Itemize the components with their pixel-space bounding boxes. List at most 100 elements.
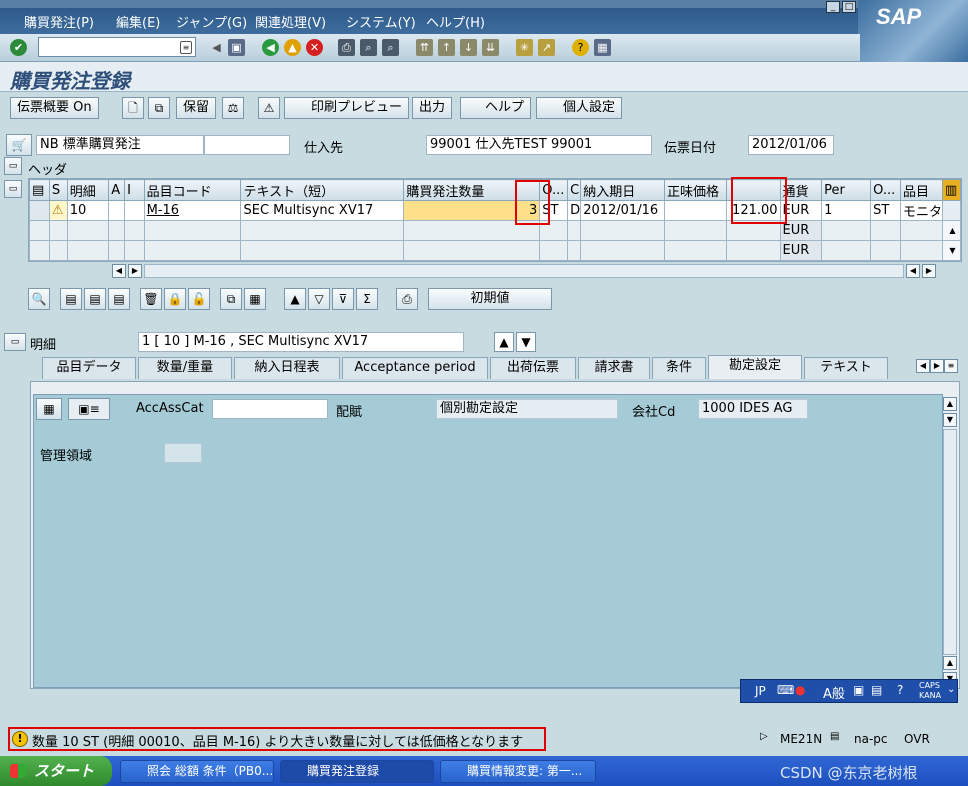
- minimize-button[interactable]: _: [826, 1, 840, 13]
- row-selector[interactable]: [29, 220, 50, 241]
- col-c[interactable]: C: [567, 179, 582, 201]
- scroll-track[interactable]: [941, 200, 961, 221]
- menu-edit[interactable]: 編集(E): [116, 12, 160, 31]
- session-info-icon[interactable]: ▤: [830, 731, 839, 742]
- cell-per[interactable]: [821, 220, 872, 241]
- hscroll-track[interactable]: [144, 264, 904, 278]
- cell-delivery-date[interactable]: [580, 240, 665, 261]
- layout-menu-icon[interactable]: ▦: [594, 39, 611, 56]
- cell-net-price-left[interactable]: [663, 200, 727, 221]
- command-field[interactable]: [38, 37, 196, 57]
- task-condition-inquiry[interactable]: 照会 総額 条件（PB0...: [120, 760, 274, 783]
- col-delivery-date[interactable]: 納入期日: [580, 179, 665, 201]
- tab-invoice[interactable]: 請求書: [578, 357, 650, 379]
- table-config-icon[interactable]: ▥: [941, 179, 961, 201]
- col-order-unit[interactable]: O...: [870, 179, 901, 201]
- shortcut-icon[interactable]: ↗: [538, 39, 555, 56]
- column-settings-icon[interactable]: ▤: [29, 179, 50, 201]
- exit-icon[interactable]: ▲: [284, 39, 301, 56]
- menu-help[interactable]: ヘルプ(H): [426, 12, 485, 31]
- other-document-icon[interactable]: ⧉: [148, 97, 170, 119]
- tab-account-assignment[interactable]: 勘定設定: [708, 355, 802, 379]
- cell-c[interactable]: D: [567, 200, 582, 221]
- tab-conditions[interactable]: 条件: [652, 357, 706, 379]
- menu-system[interactable]: システム(Y): [346, 12, 416, 31]
- hscroll-right-icon[interactable]: ▶: [128, 264, 142, 278]
- cell-net-price[interactable]: [725, 240, 781, 261]
- copy-icon[interactable]: ⧉: [220, 288, 242, 310]
- maximize-button[interactable]: □: [842, 1, 856, 13]
- print-list-icon[interactable]: ⎙: [396, 288, 418, 310]
- header-expand-icon[interactable]: ▭: [4, 157, 22, 175]
- next-page-icon[interactable]: ↓: [460, 39, 477, 56]
- cell-item[interactable]: 10: [66, 200, 110, 221]
- command-dropdown-icon[interactable]: ≡: [180, 41, 192, 54]
- filter-icon[interactable]: ▽: [308, 288, 330, 310]
- cell-po-qty[interactable]: [403, 240, 541, 261]
- unlock-icon[interactable]: 🔓: [188, 288, 210, 310]
- status-expand-icon[interactable]: ▷: [760, 731, 768, 742]
- cell-item[interactable]: [66, 220, 110, 241]
- controlling-area-field[interactable]: [164, 443, 202, 463]
- print-preview-button[interactable]: 印刷プレビュー: [284, 97, 410, 119]
- tab-acceptance-period[interactable]: Acceptance period: [342, 357, 488, 379]
- cell-order-unit[interactable]: [870, 240, 901, 261]
- cell-per[interactable]: [821, 240, 872, 261]
- previous-page-icon[interactable]: ↑: [438, 39, 455, 56]
- cell-acct[interactable]: [108, 240, 126, 261]
- hscroll-left2-icon[interactable]: ◀: [906, 264, 920, 278]
- company-code-select[interactable]: 1000 IDES AG: [698, 399, 808, 419]
- cell-unit[interactable]: [539, 240, 569, 261]
- col-status[interactable]: S: [48, 179, 68, 201]
- row-selector[interactable]: [29, 240, 50, 261]
- col-mat-group[interactable]: 品目: [899, 179, 943, 201]
- cell-net-price-left[interactable]: [663, 240, 727, 261]
- sum-icon[interactable]: Σ: [356, 288, 378, 310]
- cell-c[interactable]: [567, 220, 582, 241]
- account-grid-icon[interactable]: ▦: [36, 398, 62, 420]
- back-icon[interactable]: ◀: [262, 39, 279, 56]
- panel-scroll-up-icon[interactable]: ▲: [943, 397, 957, 411]
- last-page-icon[interactable]: ⇊: [482, 39, 499, 56]
- tab-list-icon[interactable]: ≡: [944, 359, 958, 373]
- tab-scroll-left-icon[interactable]: ◀: [916, 359, 930, 373]
- cell-mat-group[interactable]: [899, 220, 943, 241]
- cell-item-cat[interactable]: [124, 200, 145, 221]
- output-button[interactable]: 出力: [412, 97, 453, 119]
- cell-item-cat[interactable]: [124, 220, 145, 241]
- cell-status[interactable]: [48, 220, 68, 241]
- menu-environment[interactable]: 関連処理(V): [255, 12, 326, 31]
- sort-icon[interactable]: ▲: [284, 288, 306, 310]
- default-values-button[interactable]: 初期値: [428, 288, 552, 310]
- detail-collapse-icon[interactable]: ▭: [4, 333, 26, 351]
- cell-currency[interactable]: EUR: [779, 240, 823, 261]
- tab-quantity-weight[interactable]: 数量/重量: [138, 357, 232, 379]
- ime-pad-icon[interactable]: ●: [795, 683, 805, 697]
- keyboard-icon[interactable]: ⌨: [777, 683, 794, 697]
- col-short-text[interactable]: テキスト（短）: [240, 179, 405, 201]
- ime-options-icon[interactable]: ⌄: [947, 684, 955, 695]
- ime-help-icon[interactable]: ?: [897, 683, 903, 697]
- cell-material[interactable]: [143, 220, 242, 241]
- select-all-icon[interactable]: ▦: [244, 288, 266, 310]
- row-selector[interactable]: [29, 200, 50, 221]
- help-button[interactable]: ヘルプ: [460, 97, 532, 119]
- cell-material[interactable]: [143, 240, 242, 261]
- lock-icon[interactable]: 🔒: [164, 288, 186, 310]
- document-overview-button[interactable]: 伝票概要 On: [10, 97, 99, 119]
- cell-order-unit[interactable]: [870, 220, 901, 241]
- enter-icon[interactable]: ✔: [10, 39, 27, 56]
- po-number-field[interactable]: [204, 135, 290, 155]
- tab-material-data[interactable]: 品目データ: [42, 357, 136, 379]
- col-net-price[interactable]: 正味価格: [663, 179, 727, 201]
- ime-dictionary-icon[interactable]: ▣: [853, 683, 864, 697]
- tab-texts[interactable]: テキスト: [804, 357, 888, 379]
- doc-date-field[interactable]: 2012/01/06: [748, 135, 834, 155]
- ime-tools-icon[interactable]: ▤: [871, 683, 882, 697]
- multi-account-icon[interactable]: ▣≡: [68, 398, 110, 420]
- find-next-icon[interactable]: ⌕: [382, 39, 399, 56]
- tab-scroll-right-icon[interactable]: ▶: [930, 359, 944, 373]
- insert-mode[interactable]: OVR: [904, 732, 930, 746]
- item-selector[interactable]: 1 [ 10 ] M-16 , SEC Multisync XV17: [138, 332, 464, 352]
- cell-short-text[interactable]: [240, 240, 405, 261]
